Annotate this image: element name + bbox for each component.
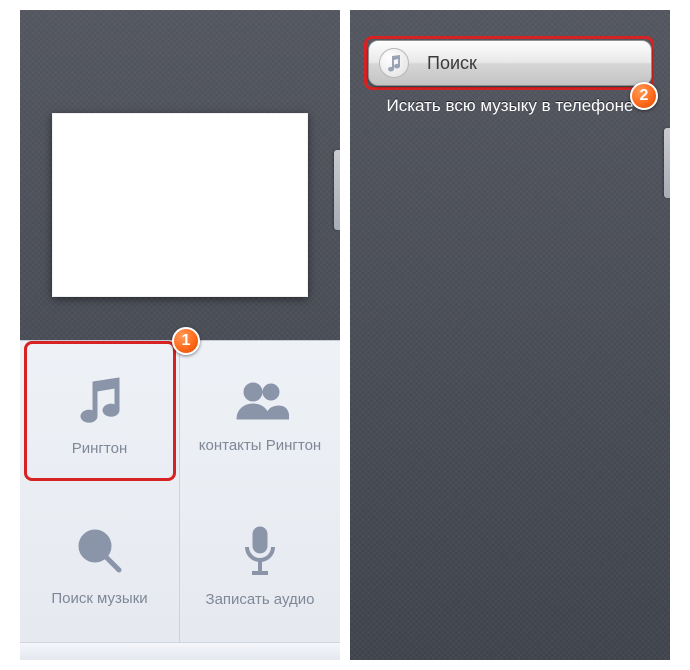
artwork-area [20, 10, 340, 340]
menu-label: Записать аудио [206, 591, 315, 608]
search-button[interactable]: Поиск [368, 40, 652, 86]
scroll-indicator[interactable] [664, 128, 670, 198]
ringtone-button[interactable]: Рингтон [20, 341, 180, 492]
music-note-icon [73, 376, 127, 430]
phone-screen-left: 1 Рингтон контакты Рингтон Поиск музыки [20, 10, 340, 660]
bottom-bar [20, 642, 340, 660]
record-audio-button[interactable]: Записать аудио [180, 492, 340, 643]
menu-label: Поиск музыки [51, 590, 147, 607]
phone-screen-right: Поиск 2 Искать всю музыку в телефоне [350, 10, 670, 660]
menu-label: Рингтон [72, 440, 127, 457]
album-art-placeholder [52, 113, 308, 297]
search-icon [75, 526, 125, 580]
microphone-icon [243, 525, 277, 581]
step-badge-2: 2 [630, 82, 658, 110]
search-music-button[interactable]: Поиск музыки [20, 492, 180, 643]
scroll-indicator[interactable] [334, 150, 340, 230]
search-area: Поиск 2 Искать всю музыку в телефоне [368, 40, 652, 116]
people-icon [231, 379, 289, 427]
menu-grid: 1 Рингтон контакты Рингтон Поиск музыки [20, 340, 340, 642]
contacts-ringtone-button[interactable]: контакты Рингтон [180, 341, 340, 492]
search-button-label: Поиск [427, 53, 477, 74]
search-hint-text: Искать всю музыку в телефоне [368, 96, 652, 116]
menu-label: контакты Рингтон [199, 437, 321, 454]
step-badge-1: 1 [172, 327, 200, 355]
music-note-icon [379, 48, 409, 78]
